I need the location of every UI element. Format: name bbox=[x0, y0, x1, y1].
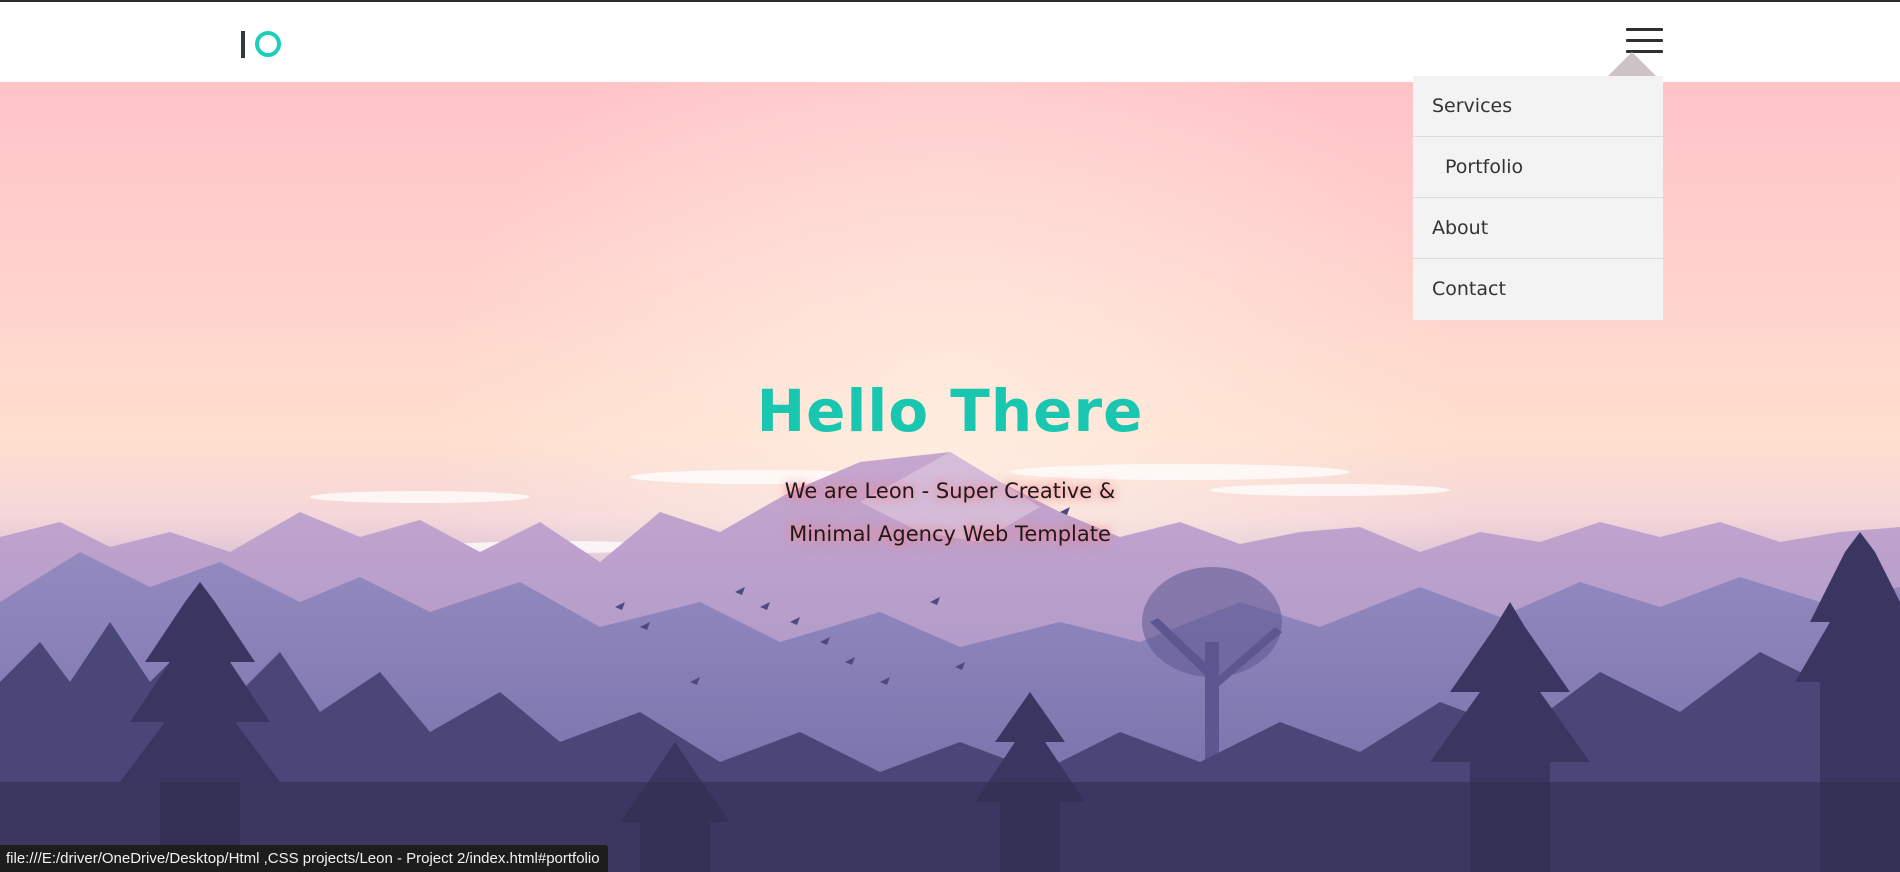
dropdown-pointer-icon bbox=[1608, 52, 1656, 76]
nav-item-services[interactable]: Services bbox=[1413, 76, 1663, 137]
browser-status-bar: file:///E:/driver/OneDrive/Desktop/Html … bbox=[0, 845, 608, 872]
hero-subtitle-line-1: We are Leon - Super Creative & bbox=[784, 479, 1116, 503]
menu-bar-top bbox=[1626, 28, 1663, 31]
hero-title: Hello There bbox=[756, 377, 1144, 445]
nav-dropdown-menu: Services Portfolio About Contact bbox=[1413, 76, 1663, 320]
hero-subtitle-line-2: Minimal Agency Web Template bbox=[789, 522, 1111, 546]
page: Hello There We are Leon - Super Creative… bbox=[0, 0, 1900, 872]
menu-bar-middle bbox=[1626, 39, 1663, 42]
site-logo[interactable] bbox=[241, 29, 281, 59]
logo-ring-icon bbox=[255, 31, 281, 57]
hero-subtitle: We are Leon - Super Creative & Minimal A… bbox=[750, 470, 1150, 556]
logo-bar-icon bbox=[241, 30, 245, 58]
nav-item-portfolio[interactable]: Portfolio bbox=[1413, 137, 1663, 198]
nav-item-contact[interactable]: Contact bbox=[1413, 259, 1663, 320]
nav-item-about[interactable]: About bbox=[1413, 198, 1663, 259]
